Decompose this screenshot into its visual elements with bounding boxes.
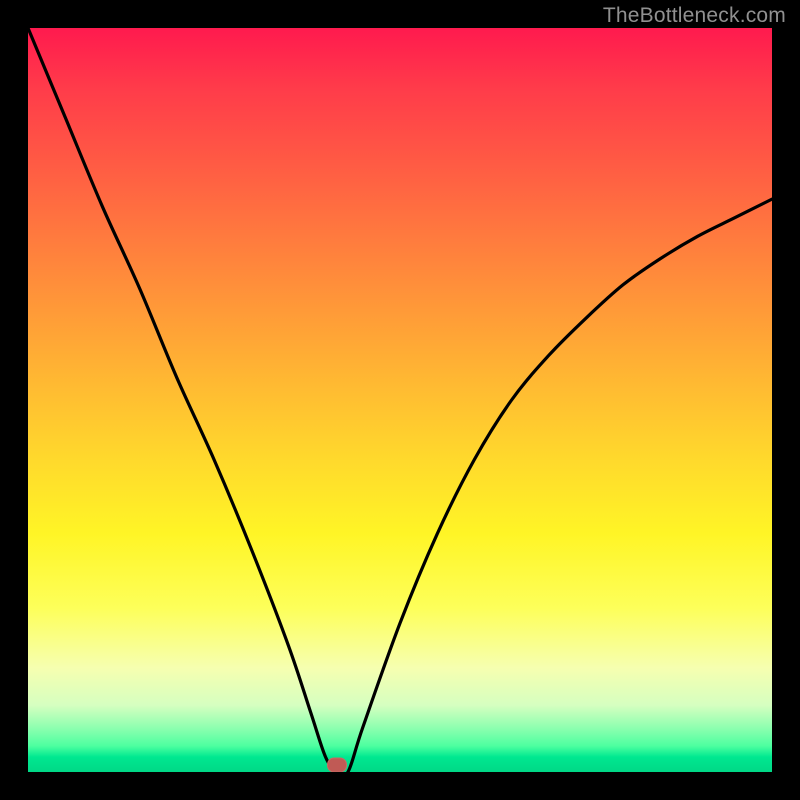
- watermark-text: TheBottleneck.com: [603, 4, 786, 28]
- plot-area: [28, 28, 772, 772]
- bottleneck-curve: [28, 28, 772, 772]
- chart-frame: TheBottleneck.com: [0, 0, 800, 800]
- minimum-marker: [327, 757, 347, 772]
